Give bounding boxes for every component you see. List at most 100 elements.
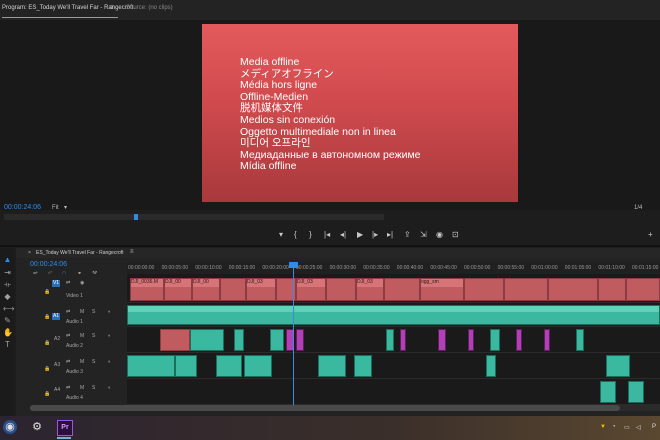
playhead-handle[interactable]: [289, 262, 298, 268]
panel-menu-icon[interactable]: ≡: [110, 5, 114, 11]
audio-clip[interactable]: [486, 355, 496, 377]
audio-clip[interactable]: [468, 329, 474, 351]
add-button-icon[interactable]: +: [648, 230, 653, 239]
pen-tool-icon[interactable]: ✎: [3, 316, 12, 325]
mic-icon[interactable]: ◐: [108, 359, 111, 365]
video-clip[interactable]: [548, 278, 598, 301]
folder-icon[interactable]: ▼: [600, 424, 606, 430]
mark-in-button[interactable]: {: [294, 230, 297, 239]
lock-icon[interactable]: 🔒: [44, 289, 50, 295]
audio-clip[interactable]: [244, 355, 272, 377]
audio-clip[interactable]: [438, 329, 446, 351]
mic-icon[interactable]: ◐: [108, 333, 111, 339]
video-clip[interactable]: DJI_00: [164, 278, 192, 301]
audio-clip[interactable]: [386, 329, 394, 351]
sync-lock-icon[interactable]: ⇄: [66, 333, 70, 339]
go-to-in-button[interactable]: |◂: [324, 230, 330, 239]
audio-clip[interactable]: [318, 355, 346, 377]
sync-lock-icon[interactable]: ⇄: [66, 309, 70, 315]
video-clip[interactable]: [464, 278, 504, 301]
mute-button[interactable]: M: [80, 359, 84, 365]
volume-icon[interactable]: ◁: [636, 424, 641, 431]
step-back-button[interactable]: ◂|: [340, 230, 346, 239]
resolution-select[interactable]: 1/4: [634, 205, 642, 211]
timeline-scrollbar-thumb[interactable]: [30, 405, 620, 411]
export-frame-button[interactable]: ◉: [436, 230, 443, 239]
audio-clip[interactable]: [190, 329, 224, 351]
timeline-close-icon[interactable]: ×: [28, 250, 31, 256]
solo-button[interactable]: S: [92, 385, 95, 391]
mute-button[interactable]: M: [80, 333, 84, 339]
audio-clip[interactable]: [127, 305, 660, 325]
slip-tool-icon[interactable]: ⟷: [3, 304, 14, 313]
video-clip[interactable]: DJI_0036.M: [130, 278, 164, 301]
battery-icon[interactable]: ▭: [624, 424, 630, 431]
audio-clip[interactable]: [628, 381, 644, 403]
timeline-tab[interactable]: ES_Today We'll Travel Far - Rangecroft: [36, 250, 124, 256]
video-clip[interactable]: [220, 278, 246, 301]
extract-button[interactable]: ⇲: [420, 230, 427, 239]
video-clip[interactable]: [626, 278, 660, 301]
timeline-timecode[interactable]: 00:00:24:06: [30, 261, 67, 268]
audio-clip[interactable]: [160, 329, 190, 351]
audio-clip[interactable]: [234, 329, 244, 351]
video-clip[interactable]: [504, 278, 548, 301]
video-clip[interactable]: DJI_00: [192, 278, 220, 301]
audio-clip[interactable]: [216, 355, 242, 377]
panel-menu-icon[interactable]: ≡: [130, 249, 134, 255]
program-scrubber[interactable]: [4, 214, 384, 220]
video-clip[interactable]: [326, 278, 356, 301]
ripple-edit-tool-icon[interactable]: ⟛: [3, 280, 12, 289]
audio-clip[interactable]: [544, 329, 550, 351]
video-clip[interactable]: [598, 278, 626, 301]
audio-clip[interactable]: [516, 329, 522, 351]
video-clip[interactable]: DJI_03: [356, 278, 384, 301]
panel-divider[interactable]: [0, 245, 660, 247]
settings-button[interactable]: ⊡: [452, 230, 459, 239]
timeline-playhead[interactable]: [293, 262, 294, 406]
audio-clip[interactable]: [296, 329, 304, 351]
mute-button[interactable]: M: [80, 309, 84, 315]
sync-lock-icon[interactable]: ⇄: [66, 359, 70, 365]
sync-lock-icon[interactable]: ⇄: [66, 280, 70, 286]
track-id-a4[interactable]: A4: [54, 387, 60, 393]
lock-icon[interactable]: 🔒: [44, 391, 50, 397]
mic-icon[interactable]: ◐: [108, 385, 111, 391]
track-id-a3[interactable]: A3: [54, 362, 60, 368]
scrubber-playhead[interactable]: [134, 214, 138, 220]
zoom-select[interactable]: Fit: [52, 205, 59, 211]
network-icon[interactable]: ◔: [612, 424, 616, 430]
audio-clip[interactable]: [354, 355, 372, 377]
audio-clip[interactable]: [606, 355, 630, 377]
audio-clip[interactable]: [576, 329, 584, 351]
lock-icon[interactable]: 🔒: [44, 366, 50, 372]
add-marker-button[interactable]: ▾: [279, 230, 283, 239]
audio-clip[interactable]: [270, 329, 284, 351]
lift-button[interactable]: ⇪: [404, 230, 411, 239]
tab-source[interactable]: Source: (no clips): [126, 5, 173, 11]
selection-tool-icon[interactable]: ▲: [3, 255, 12, 264]
type-tool-icon[interactable]: T: [3, 340, 12, 349]
video-clip[interactable]: DJI_03: [246, 278, 276, 301]
video-clip[interactable]: ogg_sm: [420, 278, 464, 301]
steam-icon[interactable]: ⚙: [30, 420, 44, 434]
track-target-v1[interactable]: V1: [52, 280, 60, 287]
audio-clip[interactable]: [400, 329, 406, 351]
lock-icon[interactable]: 🔒: [44, 340, 50, 346]
step-forward-button[interactable]: |▸: [372, 230, 378, 239]
eye-icon[interactable]: ◉: [80, 280, 84, 286]
premiere-pro-icon[interactable]: Pr: [57, 420, 73, 436]
go-to-out-button[interactable]: ▸|: [387, 230, 393, 239]
track-target-a1[interactable]: A1: [52, 313, 60, 320]
track-id-a2[interactable]: A2: [54, 336, 60, 342]
razor-tool-icon[interactable]: ◆: [3, 292, 12, 301]
chevron-down-icon[interactable]: ▾: [64, 204, 67, 211]
hand-tool-icon[interactable]: ✋: [3, 328, 13, 337]
lock-icon[interactable]: 🔒: [44, 314, 50, 320]
program-timecode[interactable]: 00:00:24:06: [4, 204, 41, 211]
solo-button[interactable]: S: [92, 309, 95, 315]
audio-clip[interactable]: [600, 381, 616, 403]
firefox-icon[interactable]: ◉: [3, 420, 17, 434]
video-clip[interactable]: [384, 278, 420, 301]
audio-clip[interactable]: [490, 329, 500, 351]
